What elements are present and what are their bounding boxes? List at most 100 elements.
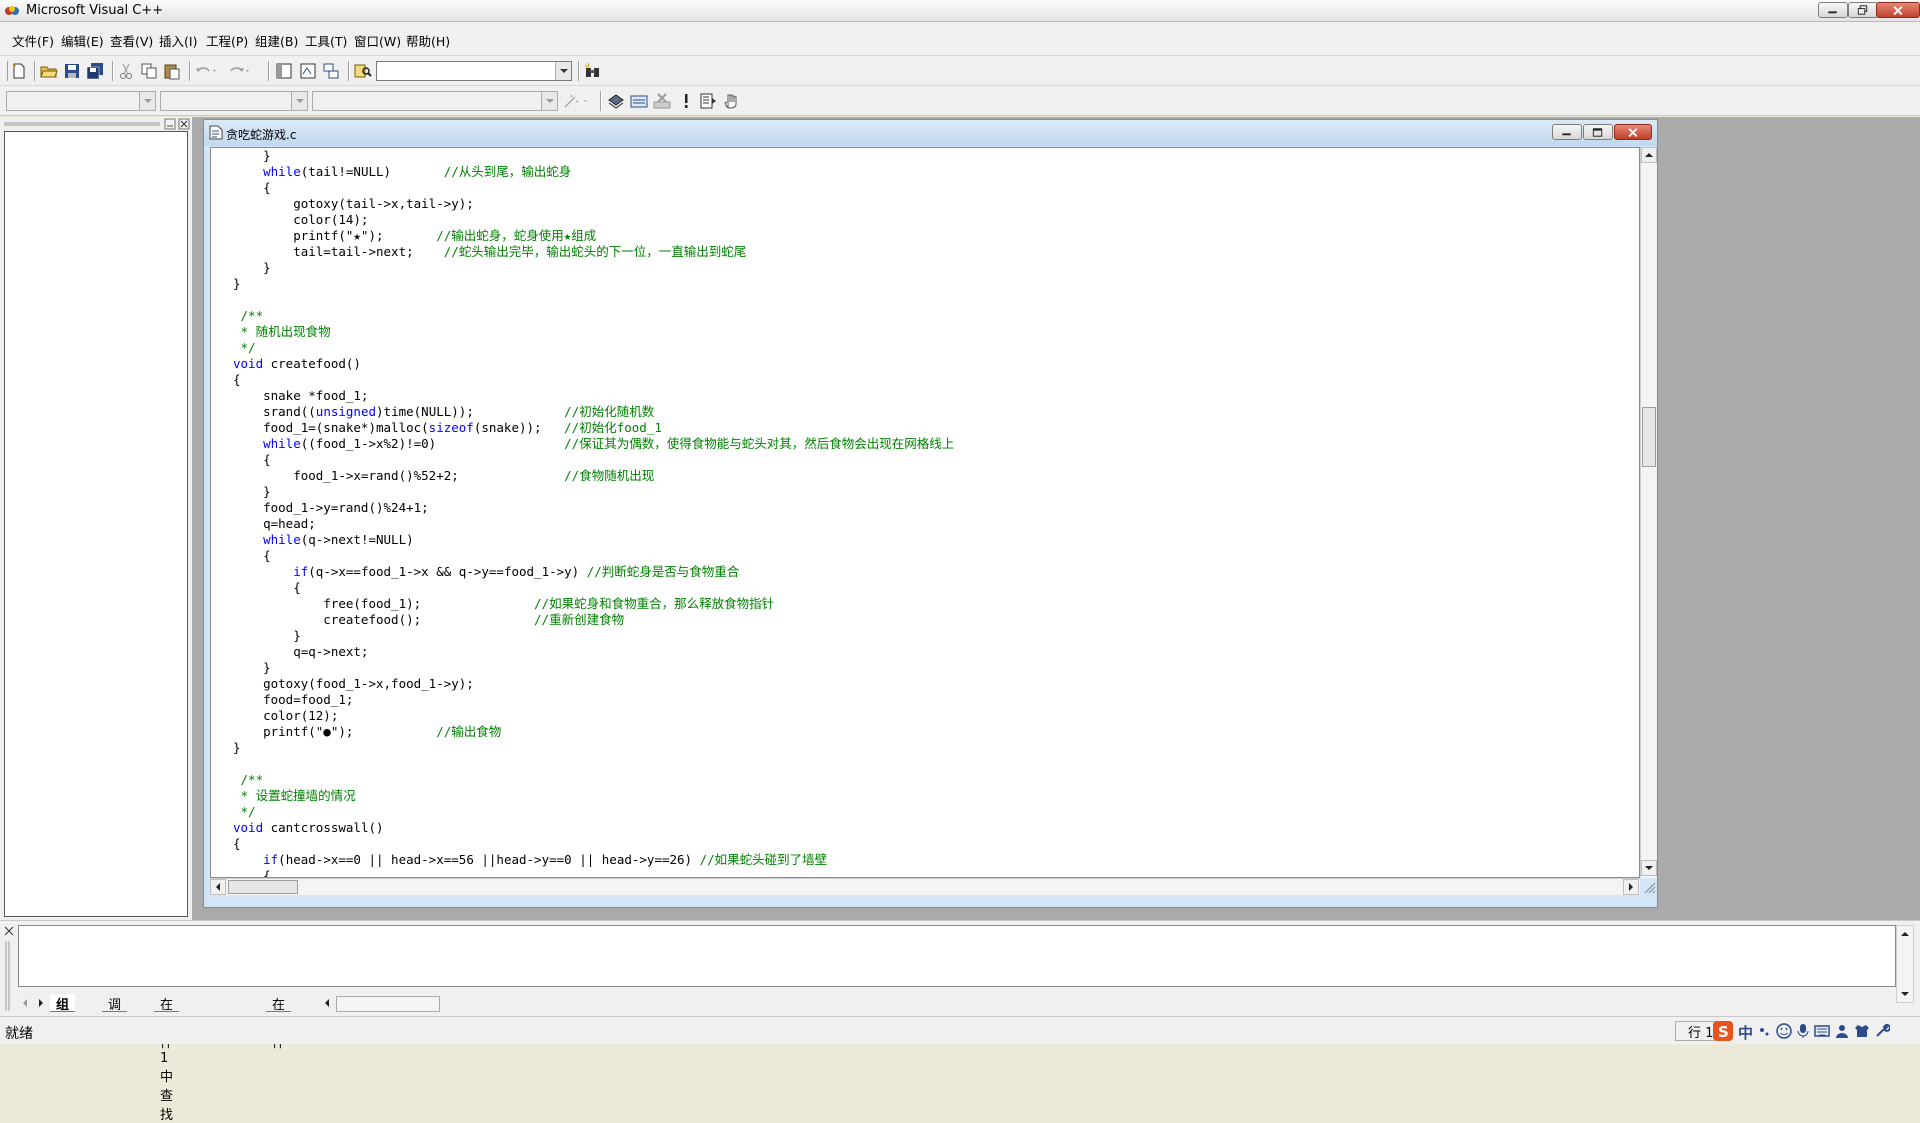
close-button[interactable] [1876,2,1920,18]
code-line[interactable]: */ [233,804,256,819]
scroll-down-button[interactable] [1641,860,1657,876]
code-line[interactable]: color(14); [233,212,368,227]
workspace-close-icon[interactable] [178,118,190,130]
code-line[interactable]: { [233,580,301,595]
workspace-tree[interactable] [4,131,188,917]
menu-view[interactable]: 查看(V) [110,31,153,50]
editor-maximize-button[interactable] [1583,124,1613,140]
tab-build[interactable]: 组建 [50,994,76,1032]
code-line[interactable]: q=head; [233,516,316,531]
code-line[interactable]: food=food_1; [233,692,353,707]
build-icon[interactable] [630,92,648,110]
scroll-thumb[interactable] [1642,407,1656,467]
toolbar-grip[interactable] [3,61,8,81]
menu-help[interactable]: 帮助(H) [406,31,450,50]
scroll-up-button[interactable] [1641,147,1657,163]
output-vertical-scrollbar[interactable] [1896,925,1914,1003]
tab-scroll-first-icon[interactable] [18,996,32,1010]
binoculars-search-icon[interactable] [584,62,602,80]
code-line[interactable]: } [233,148,271,163]
output-toggle-icon[interactable] [299,62,317,80]
members-combo[interactable] [312,91,558,111]
code-line[interactable]: } [233,628,301,643]
code-line[interactable]: } [233,260,271,275]
paste-icon[interactable] [163,62,181,80]
tab-scroll-left-icon[interactable] [320,996,334,1010]
code-editor[interactable]: } while(tail!=NULL) //从头到尾，输出蛇身 { gotoxy… [210,147,1640,878]
code-line[interactable]: if(head->x==0 || head->x==56 ||head->y==… [233,852,827,867]
code-line[interactable]: food_1->x=rand()%52+2; //食物随机出现 [233,468,654,483]
breakpoint-hand-icon[interactable] [723,92,741,110]
menu-file[interactable]: 文件(F) [12,31,54,50]
go-debug-icon[interactable] [699,92,717,110]
save-all-icon[interactable] [86,62,104,80]
editor-vertical-scrollbar[interactable] [1640,147,1657,878]
sogou-ime-icon[interactable]: S [1712,1020,1734,1042]
editor-close-button[interactable] [1614,124,1652,140]
workspace-toggle-icon[interactable] [275,62,293,80]
minimize-button[interactable] [1818,2,1848,18]
voice-input-icon[interactable] [1796,1023,1810,1039]
arrow-up-icon[interactable] [1898,927,1912,941]
find-combo[interactable] [376,61,572,81]
code-line[interactable]: * 随机出现食物 [233,324,331,339]
compile-icon[interactable] [607,92,625,110]
keyboard-icon[interactable] [1814,1024,1830,1038]
tab-scroll-next-icon[interactable] [34,996,48,1010]
code-line[interactable]: void cantcrosswall() [233,820,384,835]
code-line[interactable]: free(food_1); //如果蛇身和食物重合，那么释放食物指针 [233,596,774,611]
save-icon[interactable] [63,62,81,80]
code-line[interactable]: q=q->next; [233,644,368,659]
editor-gutter[interactable] [211,148,229,877]
wizard-action-icon[interactable] [562,92,594,110]
resize-grip-icon[interactable] [1642,880,1656,894]
class-combo[interactable] [6,91,156,111]
editor-title-bar[interactable]: 贪吃蛇游戏.c [204,120,1657,146]
chevron-down-icon[interactable] [291,92,307,110]
code-line[interactable]: { [233,180,271,195]
code-line[interactable]: createfood(); //重新创建食物 [233,612,624,627]
menu-tools[interactable]: 工具(T) [305,31,347,50]
code-line[interactable]: gotoxy(food_1->x,food_1->y); [233,676,474,691]
code-line[interactable]: while(tail!=NULL) //从头到尾，输出蛇身 [233,164,571,179]
code-line[interactable]: void createfood() [233,356,361,371]
code-line[interactable]: /** [233,772,264,787]
code-line[interactable]: } [233,276,241,291]
code-line[interactable]: printf("★"); //输出蛇身，蛇身使用★组成 [233,228,596,243]
stop-build-icon[interactable] [653,92,671,110]
code-line[interactable]: snake *food_1; [233,388,368,403]
code-line[interactable]: { [233,836,241,851]
menu-edit[interactable]: 编辑(E) [61,31,104,50]
execute-icon[interactable] [677,92,695,110]
open-folder-icon[interactable] [40,62,58,80]
code-line[interactable]: { [233,868,271,877]
code-line[interactable]: while(q->next!=NULL) [233,532,414,547]
chevron-down-icon[interactable] [555,62,571,80]
output-text-area[interactable] [18,925,1896,987]
dock-pin-icon[interactable] [164,118,176,130]
code-line[interactable]: } [233,484,271,499]
menu-window[interactable]: 窗口(W) [354,31,401,50]
filter-combo[interactable] [160,91,308,111]
code-line[interactable]: food_1=(snake*)malloc(sizeof(snake)); //… [233,420,662,435]
scroll-right-button[interactable] [1623,879,1639,895]
restore-button[interactable] [1848,2,1878,18]
code-line[interactable]: } [233,740,241,755]
scroll-thumb[interactable] [228,880,298,894]
punctuation-icon[interactable] [1758,1024,1772,1038]
cut-icon[interactable] [117,62,135,80]
code-line[interactable]: { [233,548,271,563]
code-line[interactable]: while((food_1->x%2)!=0) //保证其为偶数，使得食物能与蛇… [233,436,954,451]
output-grip[interactable] [5,941,11,1011]
code-line[interactable]: /** [233,308,264,323]
tools-wrench-icon[interactable] [1874,1023,1890,1039]
code-line[interactable]: printf("●"); //输出食物 [233,724,501,739]
copy-icon[interactable] [140,62,158,80]
tab-find-in-files-2[interactable]: 在文件 [266,994,292,1051]
workspace-grip[interactable] [4,122,160,126]
editor-minimize-button[interactable] [1552,124,1582,140]
code-line[interactable]: * 设置蛇撞墙的情况 [233,788,356,803]
undo-icon[interactable] [195,62,219,80]
redo-icon[interactable] [228,62,252,80]
chevron-down-icon[interactable] [139,92,155,110]
